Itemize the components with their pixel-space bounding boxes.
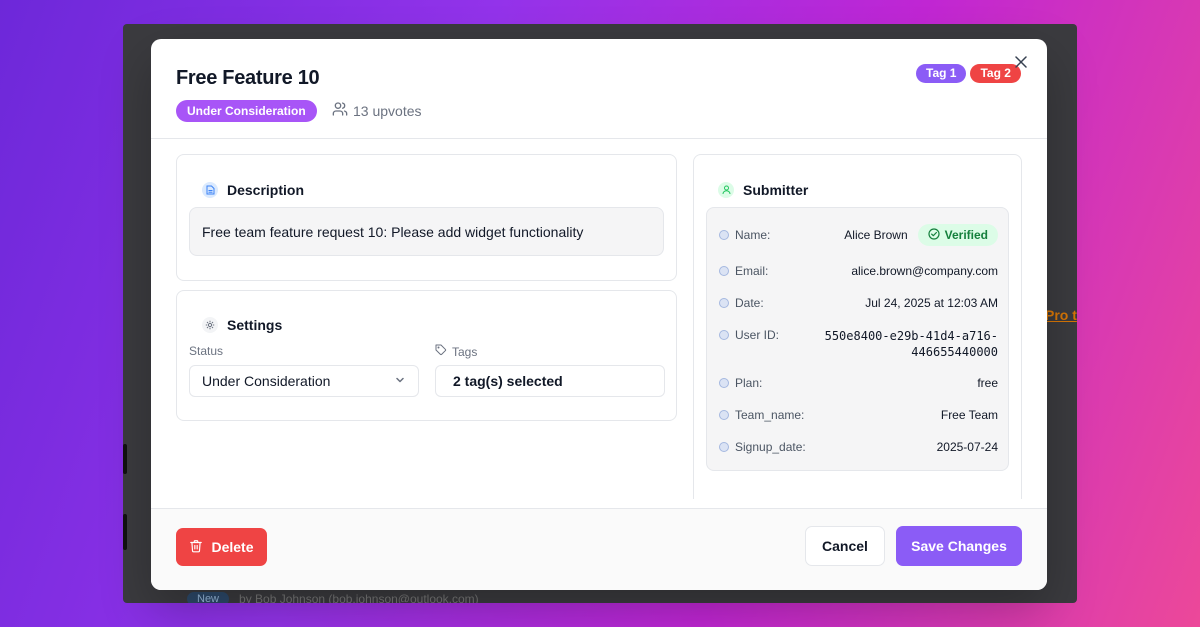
status-select-value: Under Consideration — [202, 373, 331, 389]
modal-header: Free Feature 10 Under Consideration 13 u… — [151, 39, 1047, 139]
delete-button-label: Delete — [211, 539, 254, 555]
submitter-row-team-name: Team_name: Free Team — [719, 408, 998, 422]
modal-footer: Delete Cancel Save Changes — [151, 508, 1047, 590]
submitter-row-plan: Plan: free — [719, 376, 998, 390]
background-request-row: New by Bob Johnson (bob.johnson@outlook.… — [187, 592, 479, 603]
trash-icon — [189, 539, 203, 556]
settings-heading-label: Settings — [227, 317, 283, 333]
description-card: Description Free team feature request 10… — [176, 154, 677, 281]
submitter-row-name: Name: Alice Brown Verified — [719, 224, 998, 246]
plan-value: free — [977, 376, 998, 390]
save-changes-button[interactable]: Save Changes — [896, 526, 1022, 566]
verified-label: Verified — [944, 228, 988, 242]
tag-list: Tag 1 Tag 2 — [916, 64, 1021, 83]
upvote-count-label: 13 upvotes — [353, 102, 422, 119]
tags-select-value: 2 tag(s) selected — [453, 373, 563, 389]
date-key: Date: — [735, 296, 764, 310]
tags-label-text: Tags — [452, 344, 478, 359]
close-button[interactable] — [1013, 56, 1029, 72]
users-icon — [332, 101, 348, 120]
team-name-value: Free Team — [940, 408, 998, 422]
status-select[interactable]: Under Consideration — [189, 365, 419, 397]
user-id-key: User ID: — [735, 328, 780, 342]
info-icon — [719, 442, 729, 452]
info-icon — [719, 410, 729, 420]
background-sidebar-marker — [123, 514, 127, 550]
tags-label: Tags — [435, 344, 477, 359]
user-id-value-line1: 550e8400-e29b-41d4-a716- — [824, 329, 998, 343]
submitter-details: Name: Alice Brown Verified Email: alice.… — [706, 207, 1009, 471]
background-link: Pro t — [1045, 307, 1077, 323]
delete-button[interactable]: Delete — [176, 528, 267, 566]
user-id-value: 550e8400-e29b-41d4-a716- 446655440000 — [825, 328, 998, 360]
edit-feature-modal: Free Feature 10 Under Consideration 13 u… — [151, 39, 1047, 590]
modal-title: Free Feature 10 — [176, 67, 320, 89]
mail-icon — [719, 266, 729, 276]
email-value: alice.brown@company.com — [851, 264, 998, 278]
status-badge: Under Consideration — [176, 100, 317, 122]
verified-badge: Verified — [917, 224, 998, 246]
email-key: Email: — [735, 264, 769, 278]
signup-date-value: 2025-07-24 — [936, 440, 998, 454]
settings-heading: Settings — [202, 317, 282, 333]
submitter-card: Submitter Name: Alice Brown Verified Ema… — [693, 154, 1022, 499]
id-icon — [719, 330, 729, 340]
info-icon — [719, 378, 729, 388]
description-heading: Description — [202, 182, 304, 198]
calendar-icon — [719, 298, 729, 308]
tag-icon — [435, 344, 447, 359]
tags-select[interactable]: 2 tag(s) selected — [435, 365, 665, 397]
name-key: Name: — [735, 228, 771, 242]
date-value: Jul 24, 2025 at 12:03 AM — [865, 296, 998, 310]
submitter-row-email: Email: alice.brown@company.com — [719, 264, 998, 278]
plan-key: Plan: — [735, 376, 763, 390]
background-row-text: by Bob Johnson (bob.johnson@outlook.com) — [239, 592, 479, 603]
status-label: Status — [189, 344, 224, 358]
submitter-row-signup-date: Signup_date: 2025-07-24 — [719, 440, 998, 454]
upvote-count: 13 upvotes — [332, 101, 422, 120]
check-circle-icon — [928, 227, 940, 243]
x-icon — [1015, 55, 1027, 73]
tag-badge: Tag 1 — [916, 64, 967, 83]
user-id-value-line2: 446655440000 — [911, 345, 998, 359]
user-icon — [718, 182, 734, 198]
chevron-down-icon — [394, 373, 406, 389]
document-icon — [202, 182, 218, 198]
submitter-row-date: Date: Jul 24, 2025 at 12:03 AM — [719, 296, 998, 310]
team-name-key: Team_name: — [735, 408, 805, 422]
submitter-row-user-id: User ID: 550e8400-e29b-41d4-a716- 446655… — [719, 328, 998, 360]
gear-icon — [202, 317, 218, 333]
description-text-field[interactable]: Free team feature request 10: Please add… — [189, 207, 664, 256]
name-value: Alice Brown — [844, 228, 908, 242]
background-sidebar-marker — [123, 444, 127, 474]
cancel-button[interactable]: Cancel — [805, 526, 885, 566]
submitter-heading-label: Submitter — [743, 182, 809, 198]
description-heading-label: Description — [227, 182, 305, 198]
submitter-heading: Submitter — [718, 182, 808, 198]
signup-date-key: Signup_date: — [735, 440, 806, 454]
background-status-badge: New — [187, 592, 230, 603]
user-icon — [719, 230, 729, 240]
settings-card: Settings Status Under Consideration Tags… — [176, 290, 677, 421]
